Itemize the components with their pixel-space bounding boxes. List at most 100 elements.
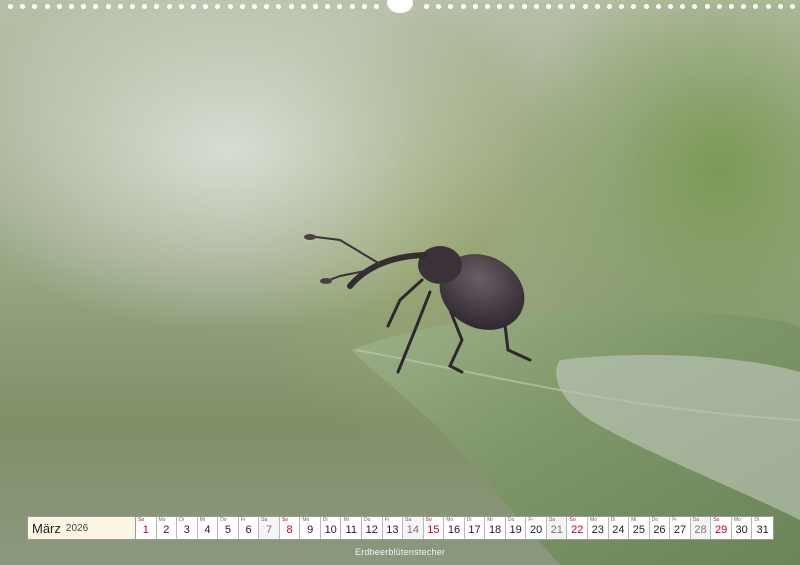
binding-hole bbox=[32, 4, 38, 9]
binding-hole bbox=[497, 4, 503, 9]
binding-hole bbox=[117, 4, 123, 9]
binding-hole bbox=[619, 4, 625, 9]
calendar-day: Di 3 bbox=[177, 517, 198, 539]
calendar-day: Mo 2 bbox=[156, 517, 178, 539]
binding-hole bbox=[460, 4, 466, 9]
binding-hole bbox=[142, 4, 148, 9]
day-of-week: Mi bbox=[631, 517, 637, 523]
year: 2026 bbox=[65, 522, 89, 534]
calendar-day: Fr 27 bbox=[670, 517, 691, 539]
binding-hole bbox=[570, 4, 576, 9]
calendar-day: Sa 21 bbox=[546, 517, 568, 539]
calendar-day: Di 31 bbox=[752, 517, 773, 539]
binding-hole bbox=[288, 4, 294, 9]
day-number: 14 bbox=[406, 524, 419, 536]
day-of-week: Do bbox=[220, 517, 227, 523]
day-number: 26 bbox=[653, 524, 666, 536]
day-of-week: Sa bbox=[405, 517, 412, 523]
binding-hole bbox=[729, 4, 734, 9]
day-number: 5 bbox=[224, 524, 232, 536]
day-number: 8 bbox=[286, 524, 293, 536]
binding-hole bbox=[300, 4, 306, 9]
binding-hole bbox=[227, 4, 233, 9]
binding-hole bbox=[81, 4, 87, 9]
month-name: März bbox=[32, 520, 61, 536]
binding-hole bbox=[191, 4, 196, 9]
binding-hole bbox=[631, 4, 637, 9]
day-number: 12 bbox=[365, 524, 378, 536]
day-of-week: Di bbox=[322, 517, 328, 523]
day-of-week: So bbox=[138, 517, 145, 523]
day-number: 31 bbox=[756, 524, 769, 536]
day-of-week: Mo bbox=[158, 517, 166, 523]
binding-hole bbox=[790, 4, 795, 9]
binding-hole bbox=[655, 4, 661, 9]
binding-hole bbox=[753, 4, 759, 9]
calendar-day: Di 10 bbox=[320, 517, 342, 539]
day-number: 16 bbox=[447, 524, 461, 536]
day-number: 30 bbox=[735, 524, 748, 536]
day-number: 7 bbox=[265, 524, 273, 536]
day-of-week: Sa bbox=[692, 517, 699, 523]
calendar-day: Do 12 bbox=[362, 517, 383, 539]
day-number: 27 bbox=[673, 524, 687, 536]
binding-hole bbox=[582, 4, 588, 9]
binding-hole bbox=[361, 4, 367, 9]
binding-hole bbox=[777, 4, 783, 9]
calendar-day: So 15 bbox=[423, 517, 445, 539]
calendar-day: Mi 18 bbox=[485, 517, 506, 539]
calendar-day: Do 19 bbox=[505, 517, 527, 539]
binding-hole bbox=[546, 4, 551, 9]
day-number: 15 bbox=[427, 524, 440, 536]
binding-hole bbox=[166, 4, 172, 9]
day-number: 22 bbox=[571, 524, 584, 536]
binding-hole bbox=[203, 4, 209, 9]
binding-hole bbox=[607, 4, 612, 9]
binding-hole bbox=[741, 4, 747, 9]
binding-hole bbox=[349, 4, 355, 9]
day-of-week: Mo bbox=[446, 517, 454, 523]
calendar-day: Fr 20 bbox=[526, 517, 547, 539]
binding-hole bbox=[252, 4, 257, 9]
binding-hole bbox=[436, 4, 442, 9]
photo-caption: Erdbeerblütenstecher bbox=[354, 547, 446, 557]
calendar-day: So 1 bbox=[136, 517, 157, 539]
binding-hole bbox=[704, 4, 710, 9]
day-of-week: Mi bbox=[343, 517, 349, 523]
calendar-strip: März 2026 So 1 Mo 2 Di 3 Mi 4 Do 5 Fr 6 Sa 7 So 8 Mo 9 Di 1… bbox=[27, 516, 774, 540]
binding-hole bbox=[44, 4, 50, 9]
binding-hole bbox=[56, 4, 62, 9]
leaf-and-weevil-illustration bbox=[304, 234, 800, 565]
day-of-week: Do bbox=[364, 517, 371, 523]
day-of-week: Fr bbox=[528, 517, 534, 523]
calendar-day: Sa 28 bbox=[690, 517, 712, 539]
day-of-week: So bbox=[569, 517, 576, 523]
day-number: 9 bbox=[307, 524, 314, 536]
day-number: 21 bbox=[550, 524, 563, 536]
binding-hole bbox=[130, 4, 135, 9]
day-of-week: Di bbox=[179, 517, 184, 523]
weevil-thorax bbox=[418, 246, 462, 284]
day-of-week: So bbox=[713, 517, 720, 523]
binding-hole bbox=[521, 4, 527, 9]
day-number: 4 bbox=[204, 524, 211, 536]
day-of-week: Do bbox=[507, 517, 515, 523]
day-number: 2 bbox=[163, 524, 170, 536]
day-of-week: Fr bbox=[384, 517, 390, 523]
day-of-week: Fr bbox=[240, 517, 246, 523]
binding-hole bbox=[509, 4, 515, 9]
day-number: 13 bbox=[386, 524, 399, 536]
weevil-antenna bbox=[307, 235, 381, 265]
binding-hole bbox=[668, 4, 673, 9]
calendar-day: Di 24 bbox=[608, 517, 630, 539]
calendar-day: Mi 25 bbox=[629, 517, 650, 539]
binding-hole bbox=[765, 4, 771, 9]
binding-hole bbox=[239, 4, 245, 9]
calendar-day: Sa 7 bbox=[259, 517, 280, 539]
weevil-rostrum bbox=[347, 252, 428, 289]
day-number: 3 bbox=[183, 524, 190, 536]
binding-hole bbox=[716, 4, 722, 9]
binding-hole bbox=[337, 4, 343, 9]
binding-hole bbox=[93, 4, 99, 9]
day-of-week: Mi bbox=[199, 517, 205, 523]
